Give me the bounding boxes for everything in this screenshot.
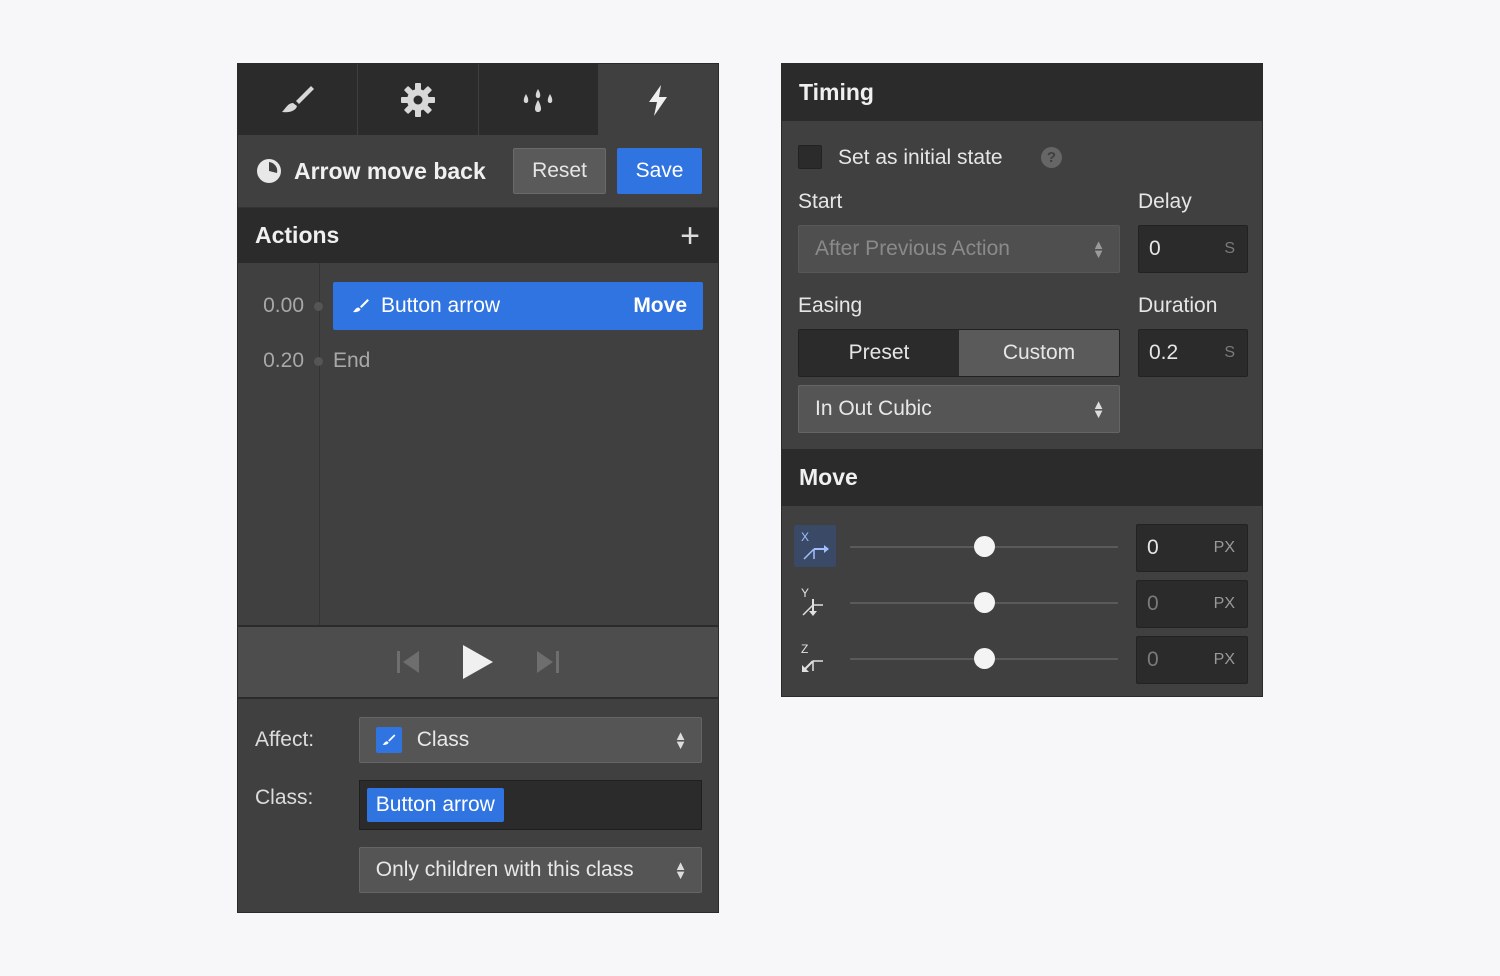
x-input[interactable]: 0 PX	[1136, 524, 1248, 572]
end-label: End	[333, 349, 371, 372]
paintbrush-icon	[353, 299, 369, 313]
x-slider[interactable]	[850, 536, 1118, 557]
class-label: Class:	[255, 786, 314, 809]
delay-value: 0	[1149, 237, 1161, 260]
playback-controls	[238, 627, 718, 699]
tab-interactions[interactable]	[598, 64, 718, 135]
initial-state-label: Set as initial state	[838, 146, 1003, 169]
affect-label: Affect:	[255, 728, 315, 751]
affect-section: Affect: Class ▲ ▼ Class: Button arrow On…	[238, 699, 718, 893]
start-value: After Previous Action	[815, 237, 1010, 260]
svg-text:Y: Y	[801, 586, 809, 600]
gear-icon	[400, 82, 435, 117]
z-slider-knob[interactable]	[974, 648, 995, 669]
action-type: Move	[633, 294, 687, 317]
help-icon[interactable]: ?	[1041, 147, 1062, 168]
move-section: X 0 PX Y 0 PX Z 0 PX	[782, 506, 1262, 696]
affect-row: Affect: Class ▲ ▼	[255, 717, 702, 763]
easing-toggle: Preset Custom	[798, 329, 1120, 377]
scope-value: Only children with this class	[375, 858, 634, 881]
initial-state-checkbox[interactable]	[798, 145, 822, 169]
interaction-name: Arrow move back	[294, 157, 486, 184]
duration-unit: S	[1224, 344, 1235, 361]
timeline-dot	[314, 356, 323, 366]
timeline-dot	[314, 301, 323, 311]
save-button[interactable]: Save	[617, 148, 702, 194]
svg-text:X: X	[801, 530, 809, 544]
y-value: 0	[1147, 592, 1159, 615]
z-axis-icon[interactable]: Z	[794, 637, 836, 679]
move-header: Move	[782, 449, 1262, 506]
interaction-header: Arrow move back Reset Save	[238, 135, 718, 207]
z-unit: PX	[1213, 651, 1235, 668]
x-unit: PX	[1213, 539, 1235, 556]
play-icon[interactable]	[461, 643, 495, 681]
easing-select[interactable]: In Out Cubic ▲ ▼	[798, 385, 1120, 433]
delay-unit: S	[1224, 240, 1235, 257]
updown-arrows-icon: ▲ ▼	[674, 858, 687, 882]
action-row[interactable]: 0.00 Button arrow Move	[238, 282, 718, 330]
action-settings-panel: Timing Set as initial state ? Start Dela…	[781, 63, 1263, 697]
class-tag[interactable]: Button arrow	[366, 788, 504, 822]
actions-header: Actions +	[238, 207, 718, 263]
start-label: Start	[798, 190, 843, 213]
delay-input[interactable]: 0 S	[1138, 225, 1248, 273]
class-input[interactable]: Button arrow	[358, 780, 702, 830]
preset-tab[interactable]: Preset	[799, 330, 959, 376]
reset-button[interactable]: Reset	[513, 148, 606, 194]
action-time: 0.00	[263, 294, 304, 317]
x-axis-icon[interactable]: X	[794, 525, 836, 567]
updown-arrows-icon: ▲ ▼	[1092, 397, 1105, 421]
end-time: 0.20	[263, 349, 304, 372]
start-select[interactable]: After Previous Action ▲ ▼	[798, 225, 1120, 273]
delay-label: Delay	[1138, 190, 1192, 213]
x-value: 0	[1147, 536, 1159, 559]
actions-title: Actions	[255, 222, 340, 248]
action-item-move[interactable]: Button arrow Move	[333, 282, 703, 330]
skip-forward-icon[interactable]	[535, 649, 561, 675]
actions-timeline: 0.00 Button arrow Move 0.20 End	[238, 263, 718, 627]
timing-header: Timing	[782, 64, 1262, 121]
drops-icon	[523, 88, 553, 112]
easing-value: In Out Cubic	[815, 397, 932, 420]
class-brush-icon	[375, 727, 402, 753]
updown-arrows-icon: ▲ ▼	[674, 728, 687, 752]
tab-settings[interactable]	[358, 64, 479, 135]
interactions-panel: Arrow move back Reset Save Actions + 0.0…	[237, 63, 719, 913]
custom-tab[interactable]: Custom	[959, 330, 1119, 376]
paintbrush-icon	[281, 85, 314, 112]
lightning-icon	[649, 84, 668, 116]
y-slider-knob[interactable]	[974, 592, 995, 613]
y-input[interactable]: 0 PX	[1136, 580, 1248, 628]
scope-select[interactable]: Only children with this class ▲ ▼	[358, 847, 702, 893]
svg-text:Z: Z	[801, 642, 808, 656]
affect-select[interactable]: Class ▲ ▼	[358, 717, 702, 763]
y-unit: PX	[1213, 595, 1235, 612]
duration-label: Duration	[1138, 294, 1218, 317]
panel-tabs	[238, 64, 718, 135]
easing-label: Easing	[798, 294, 863, 317]
interaction-title: Arrow move back	[256, 158, 513, 185]
class-row: Class: Button arrow	[255, 780, 702, 830]
z-value: 0	[1147, 648, 1159, 671]
affect-value: Class	[416, 728, 470, 751]
z-input[interactable]: 0 PX	[1136, 636, 1248, 684]
x-slider-knob[interactable]	[974, 536, 995, 557]
y-slider[interactable]	[850, 592, 1118, 613]
skip-back-icon[interactable]	[395, 649, 421, 675]
tab-style[interactable]	[238, 64, 359, 135]
end-row: 0.20 End	[238, 349, 718, 373]
y-axis-icon[interactable]: Y	[794, 581, 836, 623]
action-target: Button arrow	[381, 294, 501, 317]
tab-style-manager[interactable]	[479, 64, 599, 135]
z-slider[interactable]	[850, 648, 1118, 669]
timing-section: Set as initial state ? Start Delay After…	[782, 121, 1262, 449]
scope-row: Only children with this class ▲ ▼	[255, 847, 702, 893]
duration-input[interactable]: 0.2 S	[1138, 329, 1248, 377]
updown-arrows-icon: ▲ ▼	[1092, 237, 1105, 261]
clock-icon	[257, 159, 281, 183]
add-action-icon[interactable]: +	[680, 219, 700, 253]
duration-value: 0.2	[1149, 341, 1179, 364]
